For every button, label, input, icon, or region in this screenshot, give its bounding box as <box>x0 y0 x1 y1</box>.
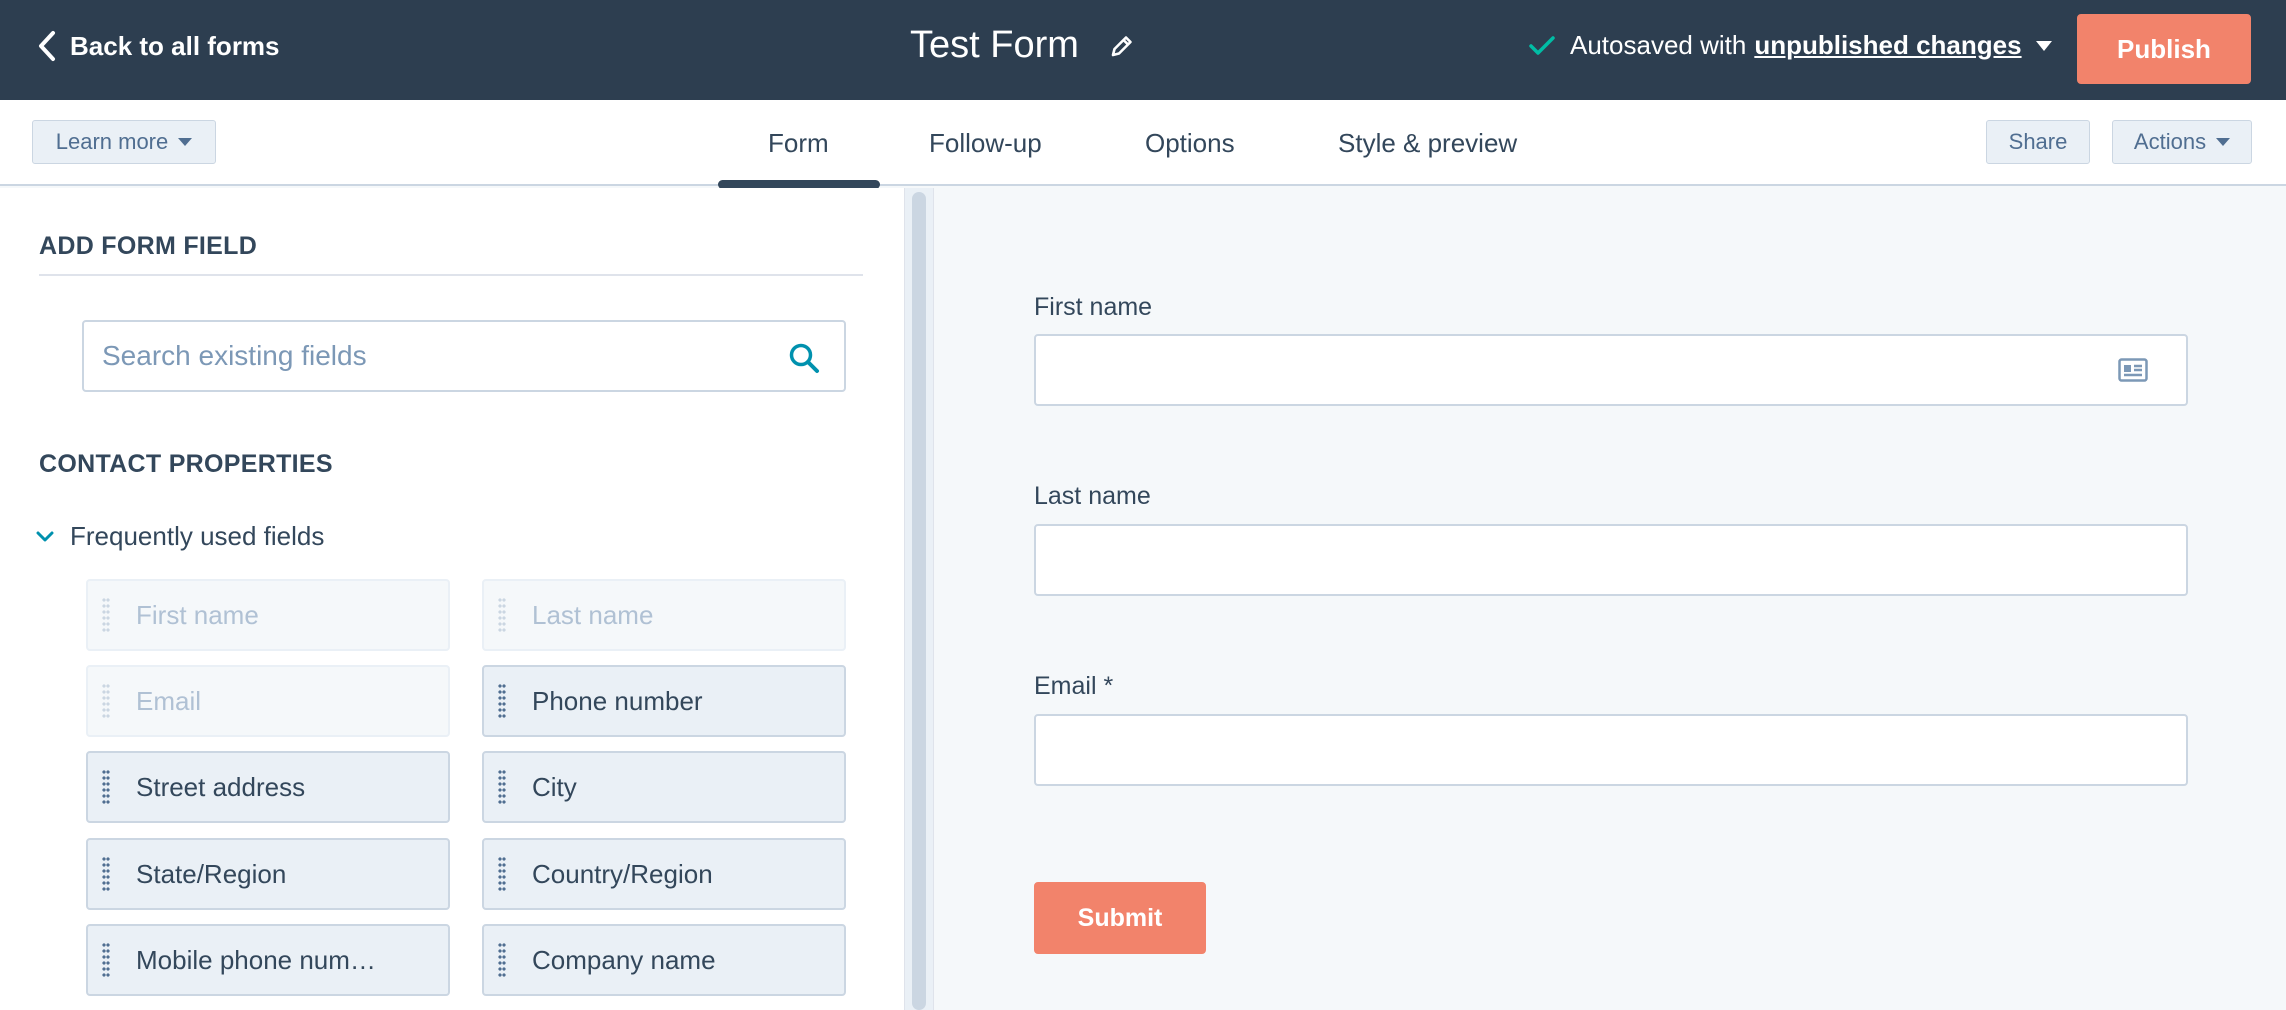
back-link-label: Back to all forms <box>70 30 280 61</box>
check-icon <box>1528 35 1556 57</box>
field-chip-company-name[interactable]: Company name <box>482 924 846 996</box>
caret-down-icon <box>178 138 193 146</box>
drag-handle-icon <box>102 683 110 719</box>
field-chip-label: Phone number <box>532 685 703 716</box>
field-chip-street-address[interactable]: Street address <box>86 751 450 823</box>
caret-down-icon <box>2216 138 2231 146</box>
share-label: Share <box>2008 129 2068 154</box>
drag-handle-icon[interactable] <box>498 942 506 978</box>
form-title-area: Test Form <box>910 24 1135 67</box>
field-chip-phone-number[interactable]: Phone number <box>482 665 846 737</box>
preview-label-email: Email * <box>1034 672 1114 700</box>
drag-handle-icon[interactable] <box>102 856 110 892</box>
share-button[interactable]: Share <box>1986 120 2090 164</box>
field-chip-mobile-phone[interactable]: Mobile phone num… <box>86 924 450 996</box>
drag-handle-icon[interactable] <box>102 942 110 978</box>
field-chip-label: Last name <box>532 599 654 630</box>
submit-button[interactable]: Submit <box>1034 882 1206 954</box>
chevron-left-icon <box>39 31 55 61</box>
drag-handle-icon[interactable] <box>102 769 110 805</box>
chevron-down-icon <box>36 531 54 543</box>
field-chip-label: Mobile phone num… <box>136 944 376 975</box>
actions-label: Actions <box>2133 129 2207 154</box>
field-chip-label: State/Region <box>136 858 287 889</box>
search-icon[interactable] <box>788 342 820 374</box>
drag-handle-icon <box>102 597 110 633</box>
tab-follow-up[interactable]: Follow-up <box>929 128 1042 159</box>
preview-input-email[interactable] <box>1034 714 2188 786</box>
pencil-icon[interactable] <box>1109 33 1135 59</box>
form-title: Test Form <box>910 24 1079 66</box>
drag-handle-icon[interactable] <box>498 769 506 805</box>
contact-card-icon[interactable] <box>2118 358 2148 382</box>
field-chip-label: Company name <box>532 944 716 975</box>
field-chip-country-region[interactable]: Country/Region <box>482 838 846 910</box>
field-chip-label: City <box>532 771 577 802</box>
unpublished-changes-link[interactable]: unpublished changes <box>1754 30 2021 61</box>
top-bar: Back to all forms Test Form Autosaved wi… <box>0 0 2286 100</box>
field-search <box>82 320 846 392</box>
tab-form[interactable]: Form <box>768 128 829 159</box>
preview-input-first-name[interactable] <box>1034 334 2188 406</box>
tab-style-preview[interactable]: Style & preview <box>1338 128 1517 159</box>
drag-handle-icon[interactable] <box>498 683 506 719</box>
search-input[interactable] <box>102 340 844 372</box>
drag-handle-icon[interactable] <box>498 856 506 892</box>
tab-options[interactable]: Options <box>1145 128 1235 159</box>
preview-label-last-name: Last name <box>1034 482 1151 510</box>
back-to-forms-link[interactable]: Back to all forms <box>38 30 280 62</box>
field-chip-last-name: Last name <box>482 579 846 651</box>
field-chip-city[interactable]: City <box>482 751 846 823</box>
autosave-status: Autosaved with unpublished changes <box>1528 30 2052 61</box>
frequently-used-toggle[interactable]: Frequently used fields <box>36 521 324 552</box>
section-divider <box>39 274 863 276</box>
field-chip-email: Email <box>86 665 450 737</box>
preview-input-last-name[interactable] <box>1034 524 2188 596</box>
learn-more-label: Learn more <box>55 129 169 154</box>
preview-label-first-name: First name <box>1034 293 1153 321</box>
field-chip-state-region[interactable]: State/Region <box>86 838 450 910</box>
learn-more-button[interactable]: Learn more <box>32 120 216 164</box>
drag-handle-icon <box>498 597 506 633</box>
group-label: Frequently used fields <box>70 521 325 551</box>
panel-scrollbar-thumb[interactable] <box>912 192 926 1010</box>
contact-properties-heading: CONTACT PROPERTIES <box>39 450 333 478</box>
add-form-field-heading: ADD FORM FIELD <box>39 232 258 260</box>
publish-button[interactable]: Publish <box>2077 14 2251 84</box>
field-chip-label: First name <box>136 599 259 630</box>
autosave-text: Autosaved with <box>1570 30 1747 60</box>
caret-down-icon[interactable] <box>2035 40 2052 51</box>
field-chip-label: Street address <box>136 771 306 802</box>
toolbar: Learn more Share Actions <box>0 100 2286 186</box>
field-chip-label: Email <box>136 685 202 716</box>
field-chip-first-name: First name <box>86 579 450 651</box>
field-chip-label: Country/Region <box>532 858 713 889</box>
actions-button[interactable]: Actions <box>2112 120 2252 164</box>
